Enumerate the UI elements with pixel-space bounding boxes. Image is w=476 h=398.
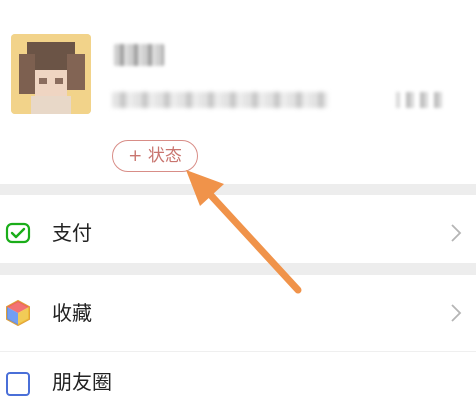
nickname-redacted xyxy=(114,44,164,66)
pay-icon xyxy=(5,222,31,244)
section-divider xyxy=(0,184,476,195)
moments-icon xyxy=(6,372,30,396)
qr-code-redacted[interactable] xyxy=(396,92,444,108)
menu-item-label: 收藏 xyxy=(52,301,92,325)
chevron-right-icon xyxy=(451,304,462,322)
wechat-id-redacted xyxy=(112,92,328,108)
chevron-right-icon xyxy=(451,224,462,242)
menu-item-label: 朋友圈 xyxy=(52,370,112,394)
menu-item-label: 支付 xyxy=(52,221,92,245)
avatar[interactable] xyxy=(11,34,91,114)
add-status-button[interactable]: + 状态 xyxy=(112,140,198,172)
favorites-icon xyxy=(6,299,30,327)
menu-item-pay[interactable]: 支付 xyxy=(0,195,476,271)
menu-item-moments[interactable]: 朋友圈 xyxy=(0,351,476,396)
section-divider xyxy=(0,263,476,275)
menu-item-favorites[interactable]: 收藏 xyxy=(0,275,476,351)
profile-header[interactable]: + 状态 xyxy=(0,0,476,184)
